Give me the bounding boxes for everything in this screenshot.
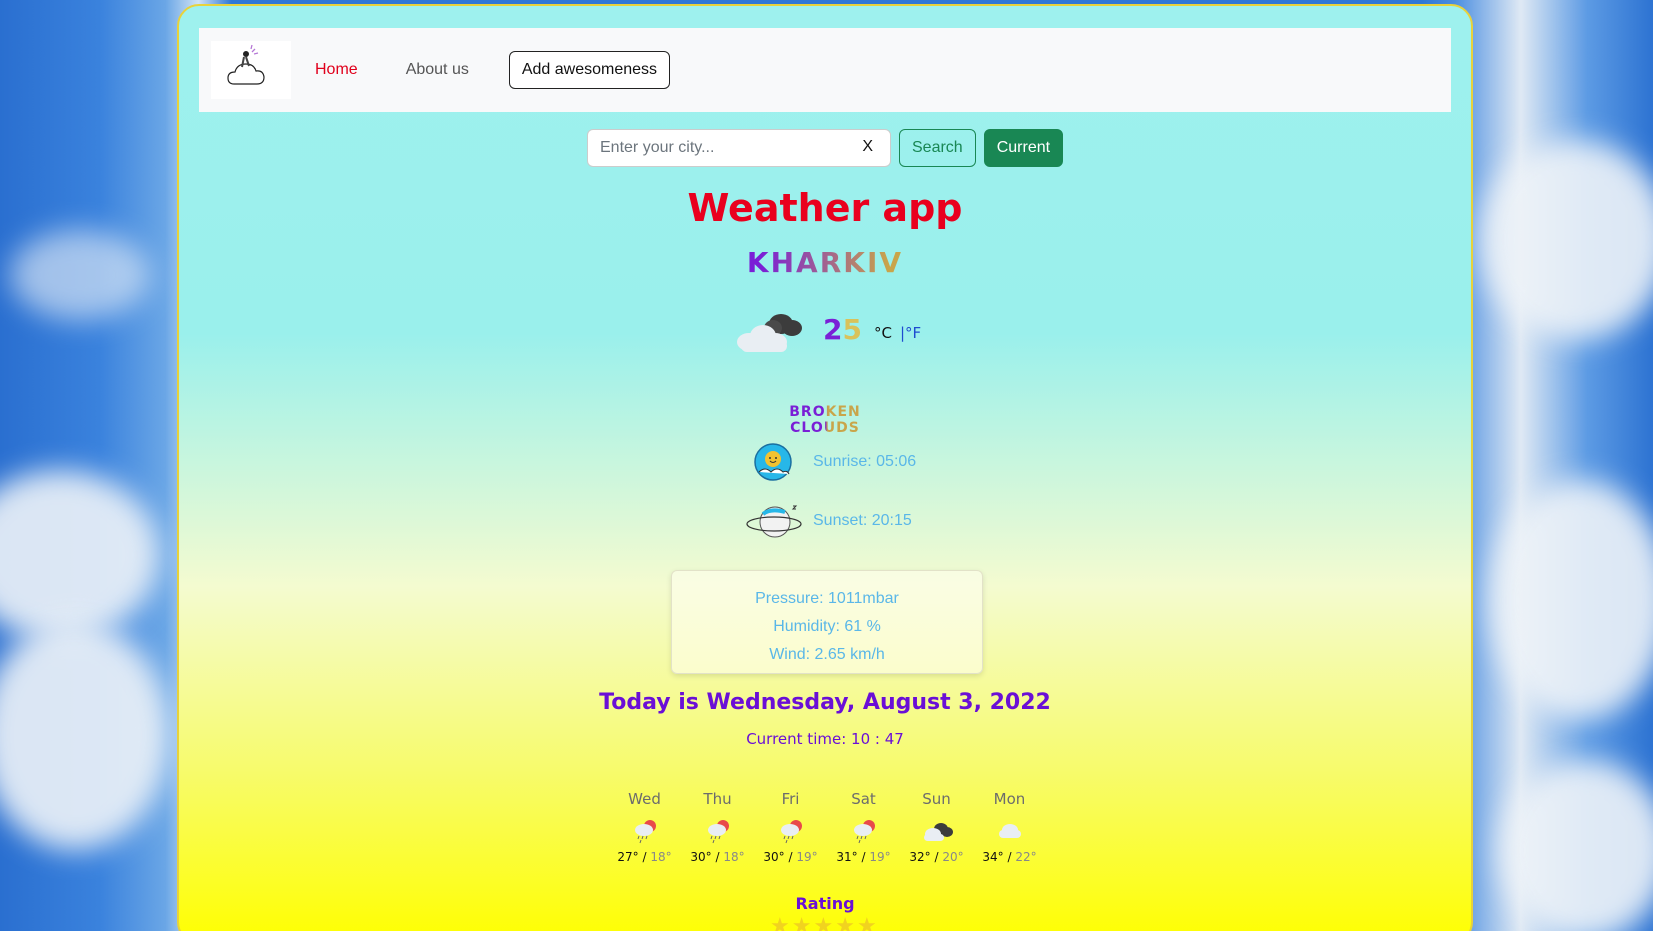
fahrenheit-link[interactable]: |°F [900, 324, 921, 342]
sky-cloud [0, 470, 160, 640]
forecast-day: Fri 30° / 19° [754, 790, 827, 864]
forecast-day-name: Sun [922, 790, 951, 808]
celsius-unit[interactable]: °C [874, 324, 892, 342]
rain-sun-icon [780, 820, 802, 844]
forecast-separator: / [784, 850, 797, 864]
weather-details-card: Pressure: 1011mbar Humidity: 61 % Wind: … [671, 570, 983, 674]
forecast-min: 22° [1015, 850, 1037, 864]
sunrise-time: Sunrise: 05:06 [813, 453, 917, 470]
city-search-input[interactable] [587, 129, 891, 167]
sky-cloud [10, 230, 150, 320]
rating-label: Rating [795, 894, 855, 913]
star-icon[interactable]: ★ [813, 916, 833, 931]
broken-clouds-icon [737, 314, 802, 352]
forecast-max: 31° [836, 850, 858, 864]
forecast-separator: / [711, 850, 724, 864]
sunrise-icon [754, 443, 792, 481]
sunset-row: Sunset: 20:15 [745, 500, 912, 542]
page-title: Weather app [687, 186, 963, 230]
forecast-day-name: Sat [851, 790, 876, 808]
humidity-value: Humidity: 61 % [773, 618, 881, 635]
rain-sun-icon [707, 820, 729, 844]
forecast-max: 30° [763, 850, 785, 864]
forecast-day: Thu 30° / 18° [681, 790, 754, 864]
sunset-moon-icon [746, 505, 802, 538]
add-awesomeness-button[interactable]: Add awesomeness [508, 51, 671, 89]
forecast-min: 18° [723, 850, 745, 864]
sky-cloud [1500, 760, 1653, 931]
weather-logo-icon [227, 44, 265, 85]
forecast-list: Wed 27° / 18° Thu 30° / 18° Fri 30° / 19… [608, 790, 1046, 864]
star-icon[interactable]: ★ [835, 916, 855, 931]
forecast-separator: / [930, 850, 943, 864]
rain-sun-icon [853, 820, 875, 844]
forecast-max: 32° [909, 850, 931, 864]
city-name: KHARKIV [179, 246, 1471, 279]
forecast-day: Mon 34° / 22° [973, 790, 1046, 864]
sky-cloud [0, 620, 170, 850]
forecast-min: 19° [869, 850, 891, 864]
current-time: Current time: 10 : 47 [746, 730, 904, 748]
forecast-min: 20° [942, 850, 964, 864]
temperature-value: 25 [823, 312, 862, 346]
forecast-day: Sat 31° / 19° [827, 790, 900, 864]
current-location-button[interactable]: Current [983, 129, 1064, 167]
nav-about-link[interactable]: About us [406, 61, 469, 79]
logo[interactable] [211, 41, 291, 99]
sky-cloud [1490, 480, 1653, 720]
sky-cloud [1480, 140, 1653, 340]
weather-description: BROKEN CLOUDS [760, 404, 890, 436]
star-icon[interactable]: ★ [792, 916, 812, 931]
cloud-icon [998, 824, 1021, 838]
forecast-day: Wed 27° / 18° [608, 790, 681, 864]
star-icon[interactable]: ★ [857, 916, 877, 931]
forecast-day-name: Mon [993, 790, 1026, 808]
rating-stars[interactable]: ★ ★ ★ ★ ★ [770, 916, 877, 931]
forecast-separator: / [857, 850, 870, 864]
navbar: Home About us Add awesomeness [199, 28, 1451, 112]
forecast-max: 34° [982, 850, 1004, 864]
sunrise-row: Sunrise: 05:06 [753, 442, 916, 482]
search-form: X Search Current [587, 129, 1064, 167]
app-container: Home About us Add awesomeness X Search C… [177, 4, 1473, 931]
current-temperature: 25 °C |°F [735, 306, 921, 352]
forecast-max: 30° [690, 850, 712, 864]
forecast-day: Sun 32° / 20° [900, 790, 973, 864]
wind-value: Wind: 2.65 km/h [769, 646, 885, 663]
clear-search-button[interactable]: X [862, 138, 873, 156]
forecast-separator: / [638, 850, 651, 864]
sunset-time: Sunset: 20:15 [813, 512, 912, 529]
search-field: X [587, 129, 891, 167]
forecast-min: 18° [650, 850, 672, 864]
forecast-separator: / [1003, 850, 1016, 864]
today-date: Today is Wednesday, August 3, 2022 [599, 690, 1051, 715]
forecast-day-name: Fri [781, 790, 800, 808]
star-icon[interactable]: ★ [770, 916, 790, 931]
broken-clouds-icon [923, 823, 953, 841]
nav-home-link[interactable]: Home [315, 61, 358, 79]
forecast-max: 27° [617, 850, 639, 864]
rain-sun-icon [634, 820, 656, 844]
forecast-day-name: Wed [628, 790, 661, 808]
pressure-value: Pressure: 1011mbar [755, 590, 899, 607]
forecast-min: 19° [796, 850, 818, 864]
forecast-day-name: Thu [703, 790, 732, 808]
search-button[interactable]: Search [899, 129, 976, 167]
